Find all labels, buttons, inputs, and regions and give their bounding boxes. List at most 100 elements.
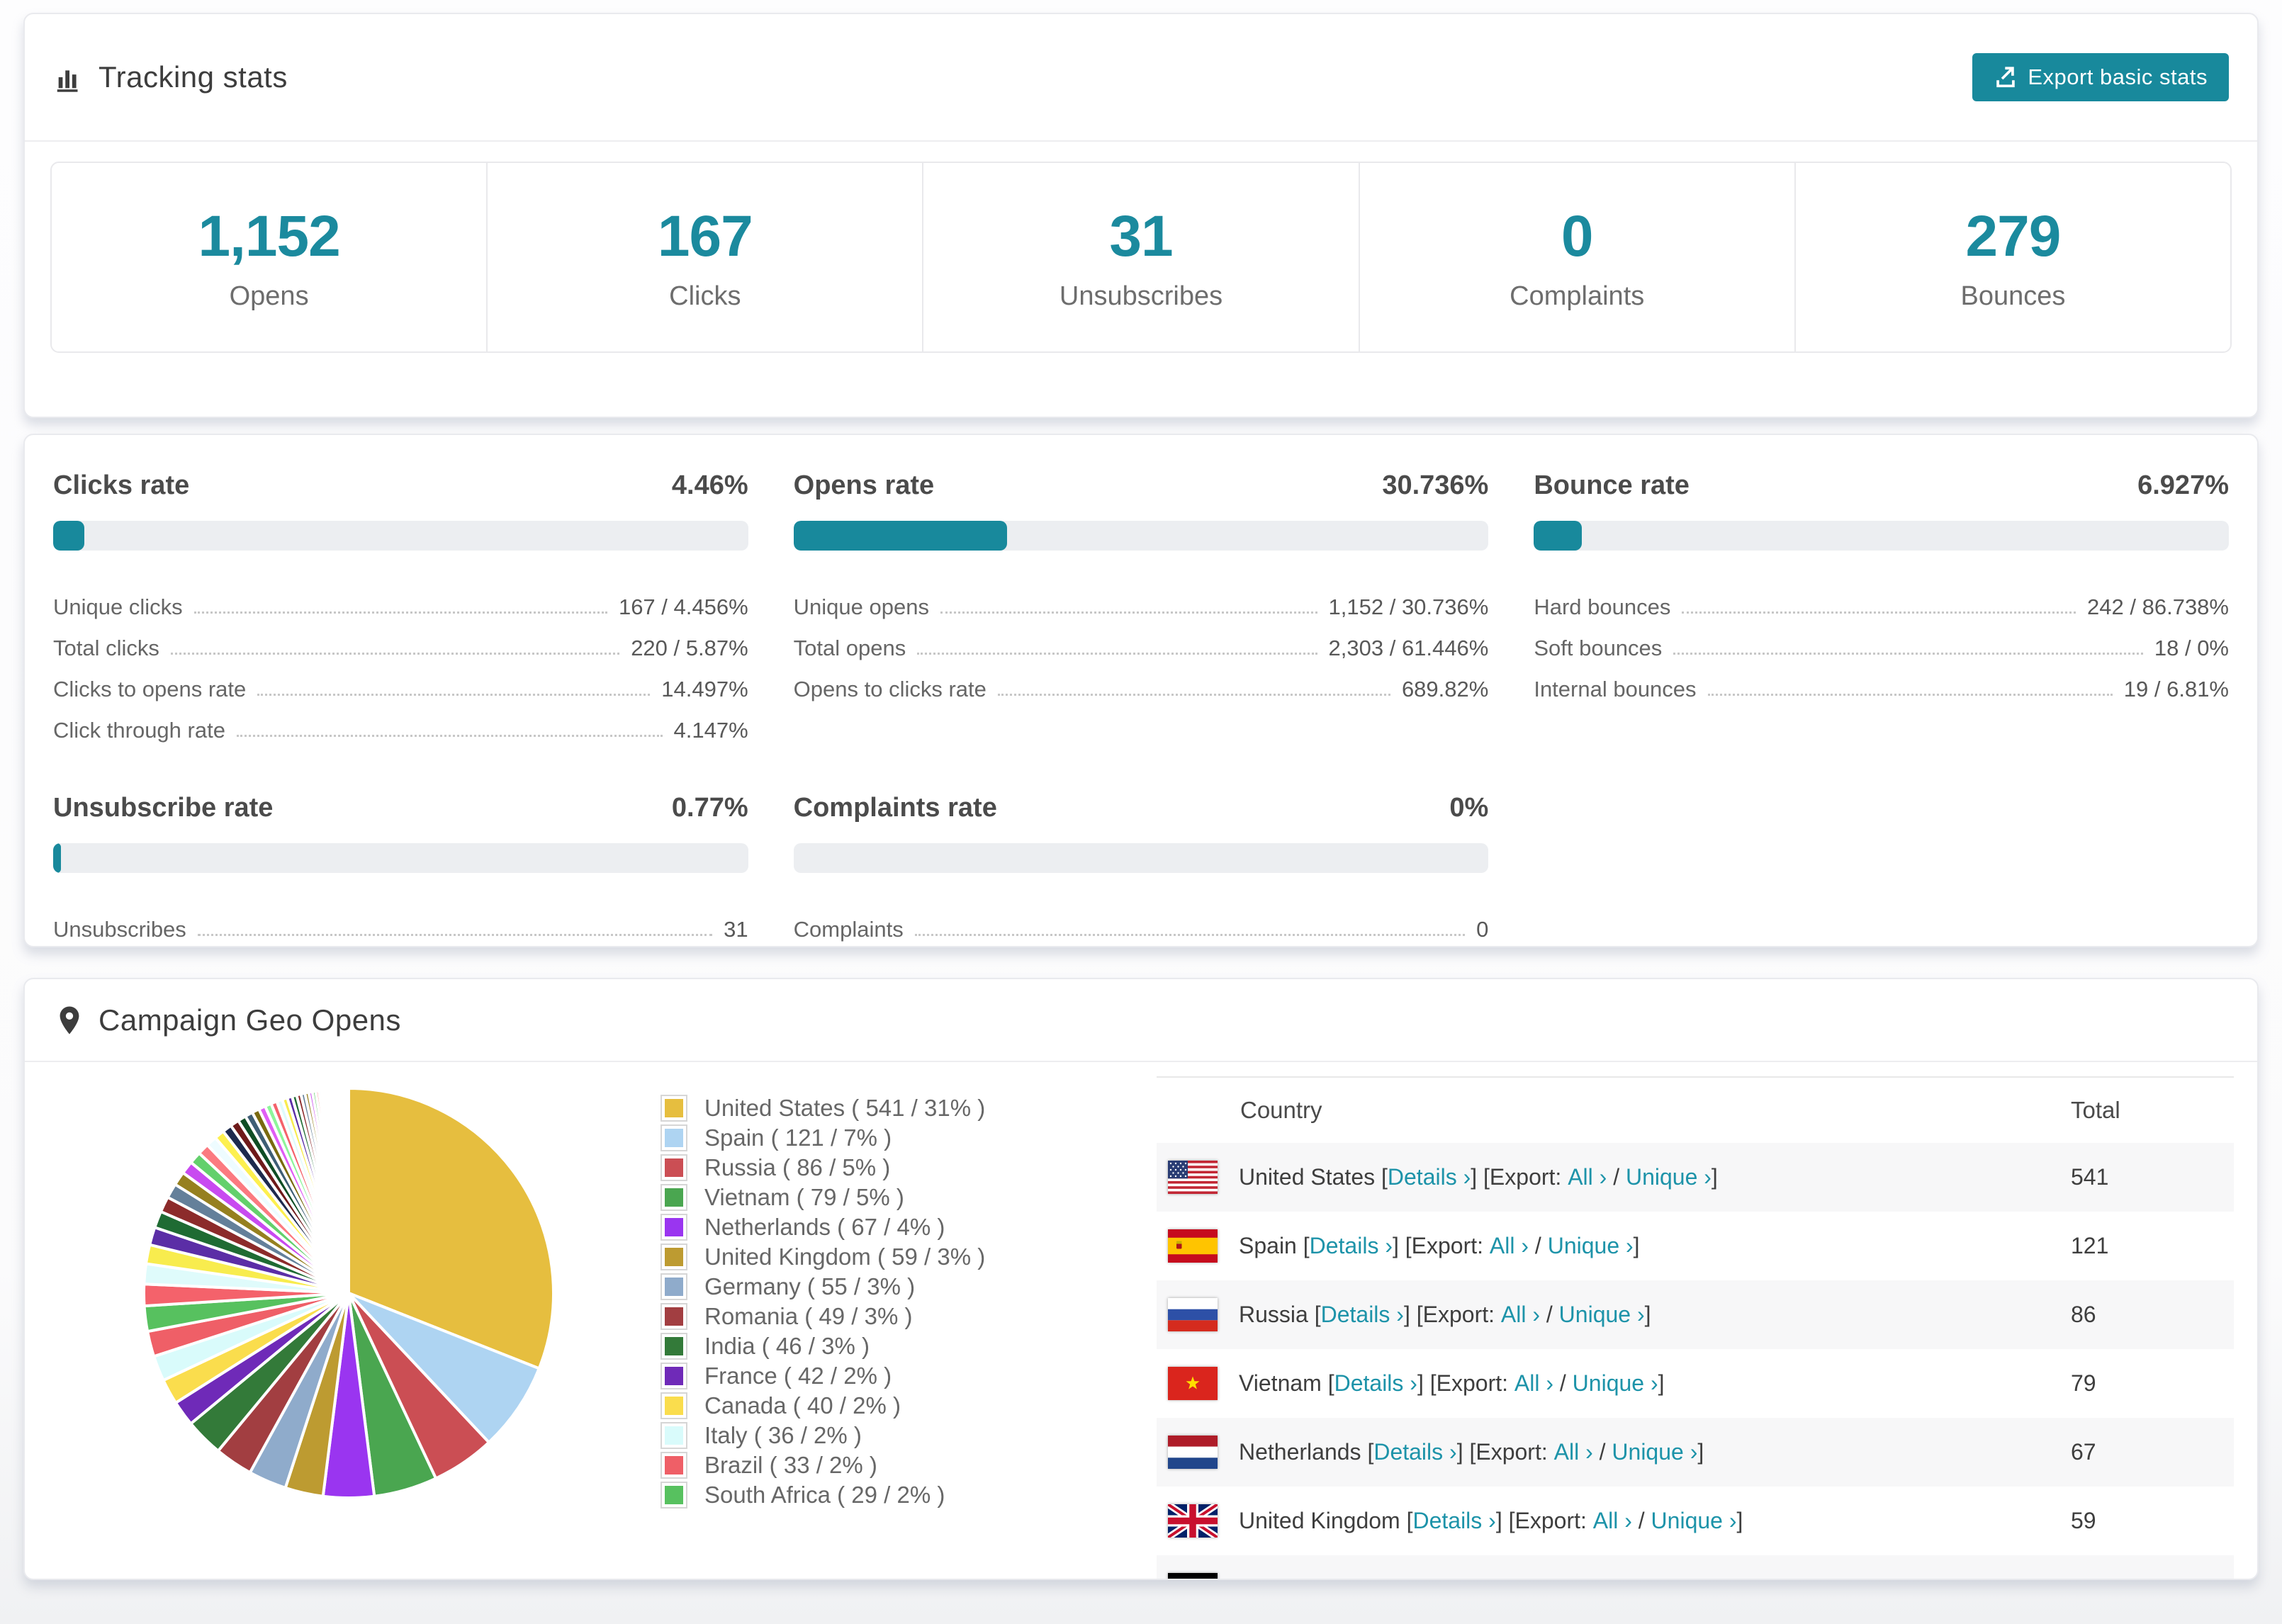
export-all-link[interactable]: All › [1568, 1164, 1607, 1190]
details-link[interactable]: Details › [1344, 1577, 1427, 1579]
flag-es-icon [1168, 1229, 1218, 1263]
geo-opens-pie-chart[interactable] [142, 1086, 556, 1500]
country-name: United Kingdom [1239, 1508, 1407, 1533]
legend-label: Brazil ( 33 / 2% ) [704, 1451, 877, 1478]
legend-swatch [661, 1094, 687, 1122]
export-all-link[interactable]: All › [1501, 1302, 1540, 1328]
rate-row-value: 18 / 0% [2154, 636, 2229, 660]
legend-item-russia: Russia ( 86 / 5% ) [661, 1154, 985, 1181]
geo-country-table: Country Total United States [Details ›] … [1157, 1076, 2234, 1579]
table-row-es: Spain [Details ›] [Export: All › / Uniqu… [1157, 1212, 2234, 1280]
rate-row-label: Unsubscribes [53, 917, 186, 942]
total-cell: 59 [2071, 1508, 2096, 1533]
pie-legend: United States ( 541 / 31% ) Spain ( 121 /… [661, 1094, 985, 1509]
export-unique-link[interactable]: Unique › [1559, 1302, 1645, 1328]
country-cell: Spain [Details ›] [Export: All › / Uniqu… [1157, 1229, 2071, 1263]
details-link[interactable]: Details › [1412, 1508, 1495, 1534]
rate-row-value: 167 / 4.456% [618, 594, 748, 619]
complaints-label: Complaints [1510, 281, 1645, 311]
legend-swatch [661, 1273, 687, 1300]
country-cell: Netherlands [Details ›] [Export: All › /… [1157, 1436, 2071, 1469]
legend-label: Germany ( 55 / 3% ) [704, 1273, 916, 1299]
flag-de-icon [1168, 1573, 1218, 1579]
rate-row: Click through rate 4.147% [53, 702, 748, 743]
rate-head: Opens rate 30.736% [794, 470, 1489, 501]
export-all-link[interactable]: All › [1554, 1439, 1593, 1465]
legend-swatch [661, 1183, 687, 1211]
bracket: ] [Export: [1495, 1508, 1593, 1533]
legend-swatch-color [665, 1307, 683, 1326]
legend-item-vietnam: Vietnam ( 79 / 5% ) [661, 1183, 985, 1211]
export-all-link[interactable]: All › [1593, 1508, 1632, 1534]
rate-row: Unique opens 1,152 / 30.736% [794, 579, 1489, 620]
rate-row-value: 31 [724, 917, 748, 942]
dotted-leader [170, 653, 620, 655]
export-all-link[interactable]: All › [1525, 1577, 1564, 1579]
export-basic-stats-button[interactable]: Export basic stats [1972, 53, 2229, 101]
rate-panel-clicks-rate: Clicks rate 4.46% Unique clicks 167 / 4.456… [53, 470, 748, 743]
rate-head: Clicks rate 4.46% [53, 470, 748, 501]
legend-item-france: France ( 42 / 2% ) [661, 1362, 985, 1389]
details-link[interactable]: Details › [1373, 1439, 1456, 1465]
rate-row: Hard bounces 242 / 86.738% [1534, 579, 2229, 620]
rate-row: Internal bounces 19 / 6.81% [1534, 661, 2229, 702]
legend-label: Canada ( 40 / 2% ) [704, 1392, 901, 1419]
bracket: [ [1406, 1508, 1413, 1533]
rate-row-label: Unique clicks [53, 594, 183, 619]
unsubscribes-count: 31 [1109, 203, 1173, 269]
total-cell: 79 [2071, 1370, 2096, 1396]
rate-row-label: Clicks to opens rate [53, 677, 247, 701]
geo-title-wrap: Campaign Geo Opens [53, 1003, 401, 1037]
export-unique-link[interactable]: Unique › [1573, 1370, 1658, 1397]
bracket: [ [1338, 1577, 1344, 1579]
bracket: [ [1327, 1370, 1334, 1396]
details-link[interactable]: Details › [1321, 1302, 1404, 1328]
details-link[interactable]: Details › [1388, 1164, 1471, 1190]
bracket: ] [Export: [1403, 1302, 1501, 1327]
dotted-leader [1707, 694, 2113, 696]
rate-value: 6.927% [2137, 470, 2229, 500]
tracking-stats-page: { "colors": { "accent": "#18899c", "link… [0, 0, 2282, 1624]
export-unique-link[interactable]: Unique › [1548, 1233, 1634, 1259]
rate-head: Unsubscribe rate 0.77% [53, 793, 748, 823]
pie-slice[interactable] [346, 1087, 350, 1295]
rate-head: Bounce rate 6.927% [1534, 470, 2229, 501]
legend-swatch [661, 1154, 687, 1181]
legend-item-brazil: Brazil ( 33 / 2% ) [661, 1451, 985, 1479]
rate-row-value: 19 / 6.81% [2123, 677, 2229, 701]
legend-label: South Africa ( 29 / 2% ) [704, 1481, 945, 1508]
rate-row: Clicks to opens rate 14.497% [53, 661, 748, 702]
bracket: ] [Export: [1417, 1370, 1514, 1396]
export-unique-link[interactable]: Unique › [1651, 1508, 1737, 1534]
geo-header: Campaign Geo Opens [25, 979, 2257, 1061]
rate-panel-opens-rate: Opens rate 30.736% Unique opens 1,152 / 30.… [793, 470, 1489, 743]
bracket: ] [1711, 1164, 1718, 1190]
export-unique-link[interactable]: Unique › [1626, 1164, 1712, 1190]
export-unique-link[interactable]: Unique › [1583, 1577, 1668, 1579]
bracket: ] [1736, 1508, 1743, 1533]
country-name: Spain [1239, 1233, 1303, 1258]
legend-label: Romania ( 49 / 3% ) [704, 1302, 913, 1329]
stat-unsubscribes: 31 Unsubscribes [923, 163, 1360, 351]
legend-swatch-color [665, 1396, 683, 1415]
details-link[interactable]: Details › [1334, 1370, 1417, 1397]
rate-row-value: 220 / 5.87% [631, 636, 748, 660]
rate-title: Unsubscribe rate [53, 793, 274, 823]
total-cell: 541 [2071, 1164, 2109, 1190]
bracket: ] [1633, 1233, 1640, 1258]
total-cell: 67 [2071, 1439, 2096, 1465]
export-all-link[interactable]: All › [1490, 1233, 1529, 1259]
legend-label: Italy ( 36 / 2% ) [704, 1421, 862, 1448]
table-row-gb: United Kingdom [Details ›] [Export: All … [1157, 1487, 2234, 1555]
table-row-vn: Vietnam [Details ›] [Export: All › / Uni… [1157, 1349, 2234, 1418]
export-unique-link[interactable]: Unique › [1612, 1439, 1697, 1465]
details-link[interactable]: Details › [1310, 1233, 1393, 1259]
bracket: ] [1668, 1577, 1675, 1579]
slash: / [1564, 1577, 1583, 1579]
export-all-link[interactable]: All › [1514, 1370, 1553, 1397]
country-cell: Russia [Details ›] [Export: All › / Uniq… [1157, 1298, 2071, 1331]
legend-item-italy: Italy ( 36 / 2% ) [661, 1421, 985, 1449]
slash: / [1529, 1233, 1548, 1258]
country-name: Vietnam [1239, 1370, 1328, 1396]
bracket: [ [1303, 1233, 1310, 1258]
